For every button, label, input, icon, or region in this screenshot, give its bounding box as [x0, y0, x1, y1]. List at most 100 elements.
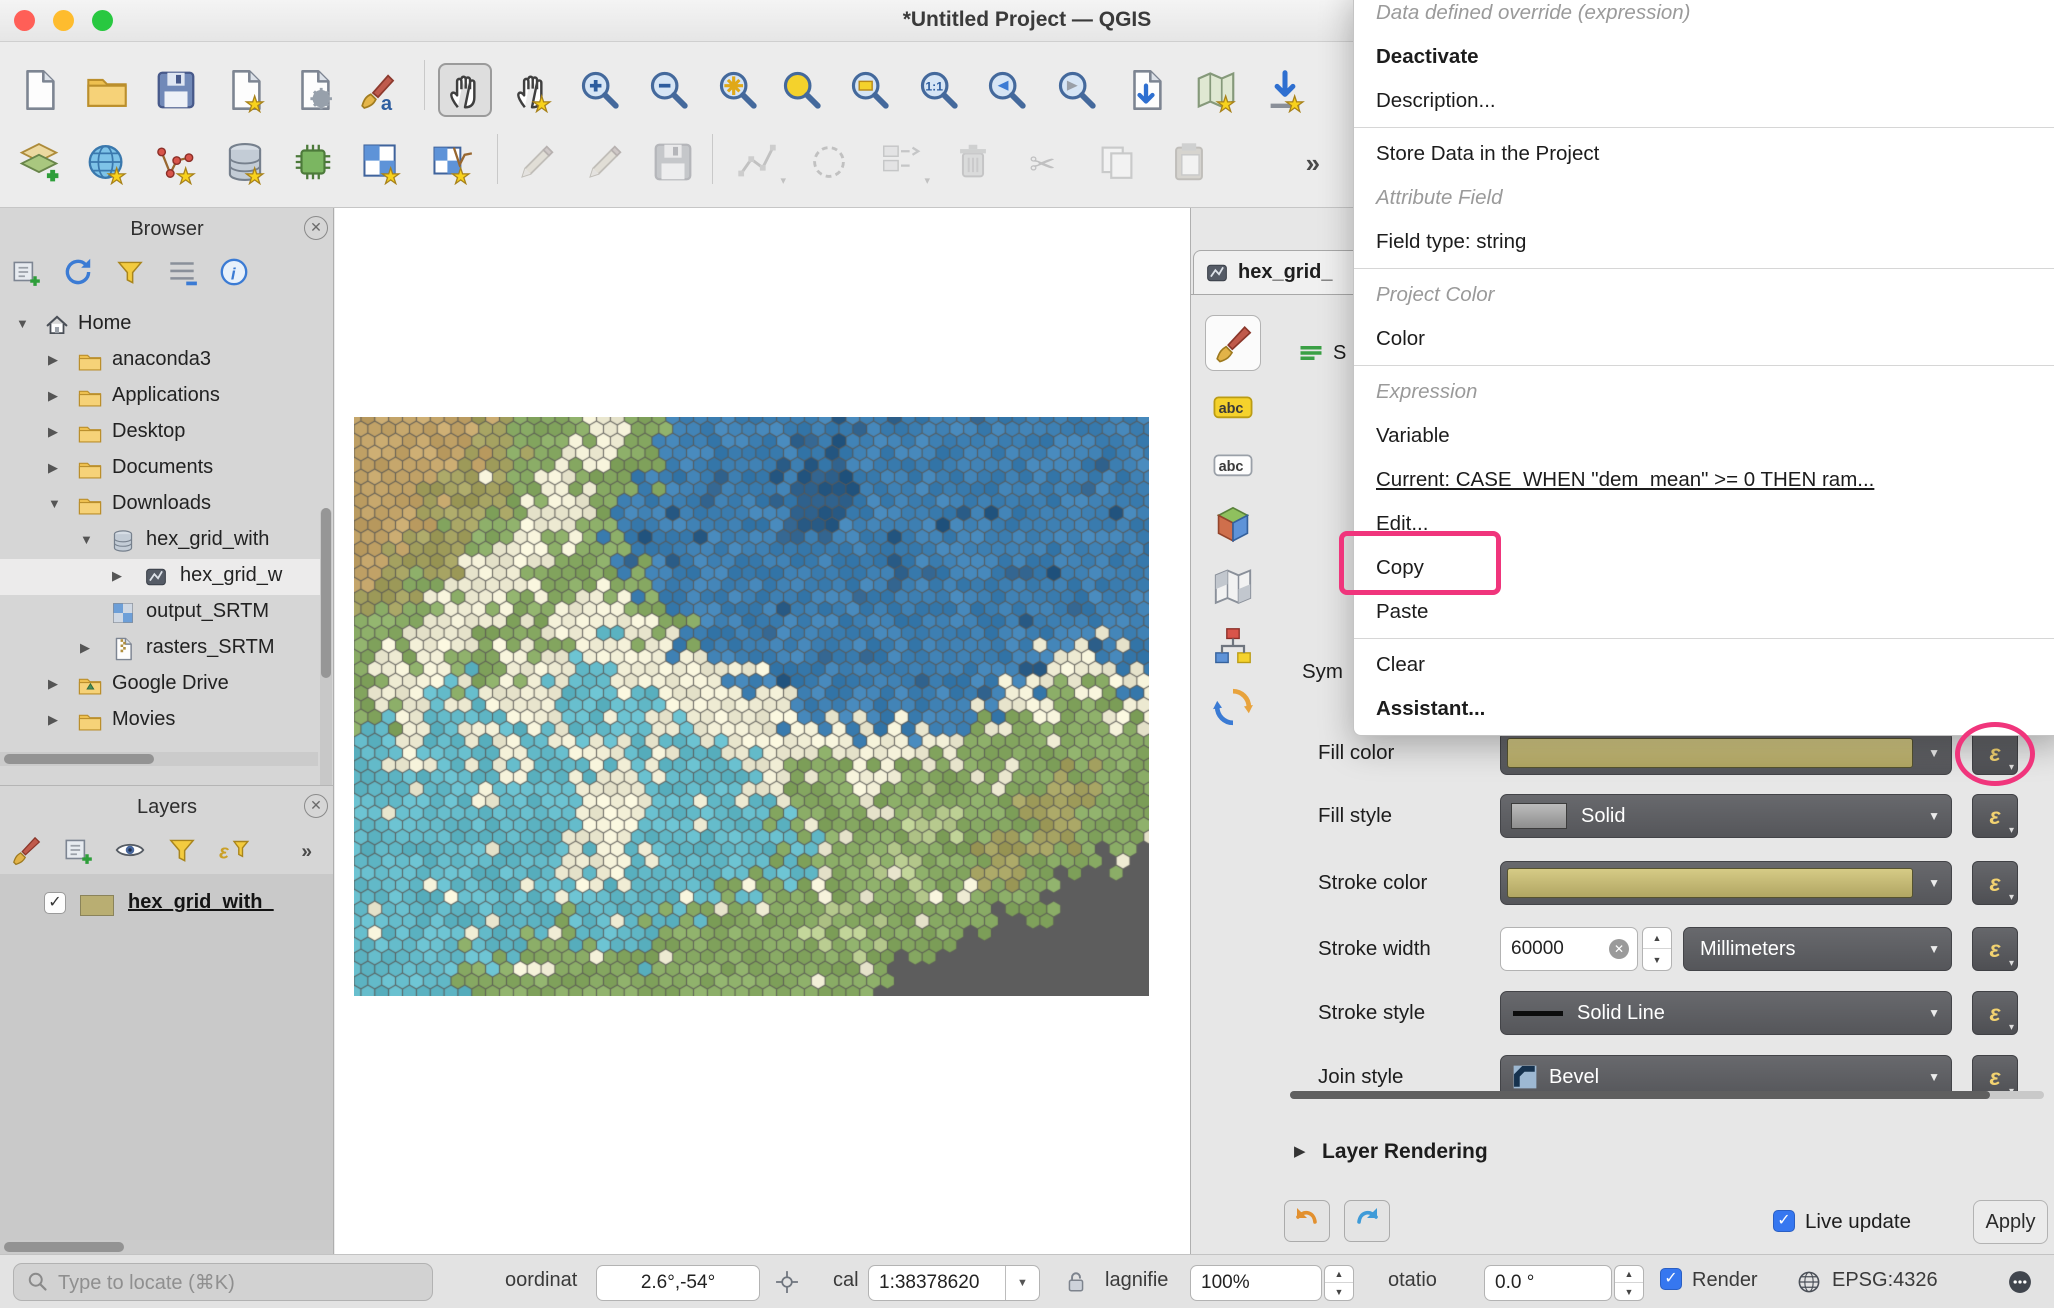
select-features-button[interactable]	[802, 135, 856, 189]
paste-features-button[interactable]	[1162, 135, 1216, 189]
add-group-button[interactable]	[58, 830, 98, 870]
chevron-right-icon[interactable]: ▶	[48, 388, 58, 404]
menu-item-store[interactable]: Store Data in the Project	[1354, 132, 2054, 176]
pan-to-selection-button[interactable]: ★	[505, 63, 559, 117]
chevron-right-icon[interactable]: ▶	[80, 640, 90, 656]
menu-item-color[interactable]: Color	[1354, 317, 2054, 361]
browser-horizontal-scrollbar[interactable]	[0, 752, 318, 766]
transparency-tab[interactable]	[1205, 559, 1261, 615]
chevron-right-icon[interactable]: ▶	[48, 424, 58, 440]
chevron-down-icon[interactable]: ▼	[16, 316, 29, 331]
tree-item-hex_grid_with[interactable]: ▼hex_grid_with	[0, 523, 320, 559]
menu-item-paste[interactable]: Paste	[1354, 590, 2054, 634]
tree-item-movies[interactable]: ▶Movies	[0, 703, 320, 739]
filter-by-expression-button[interactable]: ε	[214, 830, 254, 870]
menu-item-assistant[interactable]: Assistant...	[1354, 687, 2054, 731]
zoom-last-button[interactable]	[980, 63, 1034, 117]
chevron-right-icon[interactable]: ▶	[48, 676, 58, 692]
render-checkbox[interactable]: ✓	[1660, 1268, 1682, 1290]
fill-style-data-defined-button[interactable]: ε▾	[1972, 794, 2018, 838]
crs-globe-icon[interactable]	[1795, 1268, 1823, 1296]
refresh-button[interactable]	[58, 252, 98, 292]
panel-overflow-button[interactable]: »	[292, 830, 332, 870]
manage-map-themes-button[interactable]	[110, 830, 150, 870]
tree-item-google drive[interactable]: ▶Google Drive	[0, 667, 320, 703]
show-layout-manager-button[interactable]	[287, 63, 341, 117]
apply-button[interactable]: Apply	[1973, 1200, 2048, 1244]
magnifier-stepper[interactable]: ▲▼	[1324, 1265, 1354, 1301]
history-tab[interactable]	[1205, 679, 1261, 735]
new-virtual-layer-button[interactable]	[286, 135, 340, 189]
stroke-style-data-defined-button[interactable]: ε▾	[1972, 991, 2018, 1035]
tree-item-downloads[interactable]: ▼Downloads	[0, 487, 320, 523]
chevron-right-icon[interactable]: ▶	[112, 568, 122, 584]
stroke-width-data-defined-button[interactable]: ε▾	[1972, 927, 2018, 971]
zoom-to-selection-button[interactable]	[775, 63, 829, 117]
open-layer-styling-button[interactable]	[6, 830, 46, 870]
tree-item-documents[interactable]: ▶Documents	[0, 451, 320, 487]
new-shapefile-layer-button[interactable]: ★	[149, 135, 203, 189]
menu-item-variable[interactable]: Variable	[1354, 414, 2054, 458]
digitize-line-button[interactable]: ▾	[730, 135, 784, 189]
styling-horizontal-scrollbar[interactable]	[1290, 1091, 2044, 1099]
toggle-editing-button[interactable]	[578, 135, 632, 189]
chevron-down-icon[interactable]: ▼	[80, 532, 93, 547]
fill-color-button[interactable]: ▼	[1500, 731, 1952, 775]
new-3d-map-view-button[interactable]: ★	[1189, 63, 1243, 117]
style-manager-button[interactable]: a	[351, 63, 405, 117]
tree-item-hex_grid_w[interactable]: ▶hex_grid_w	[0, 559, 320, 595]
chevron-right-icon[interactable]: ▶	[48, 352, 58, 368]
labels-tab[interactable]: abc	[1205, 379, 1261, 435]
new-project-button[interactable]	[12, 63, 66, 117]
stroke-color-button[interactable]: ▼	[1500, 861, 1952, 905]
filter-legend-button[interactable]	[162, 830, 202, 870]
rotation-input[interactable]: 0.0 °	[1484, 1265, 1612, 1301]
stroke-style-dropdown[interactable]: Solid Line ▼	[1500, 991, 1952, 1035]
new-geopackage-layer-button[interactable]: ★	[218, 135, 272, 189]
diagrams-tab[interactable]	[1205, 618, 1261, 674]
zoom-out-button[interactable]	[642, 63, 696, 117]
dock-view-button[interactable]: ★	[1258, 63, 1312, 117]
menu-item-field[interactable]: Field type: string	[1354, 220, 2054, 264]
cut-features-button[interactable]: ✂	[1018, 135, 1072, 189]
toolbar-overflow-button[interactable]: »	[1293, 135, 1347, 189]
lock-scale-icon[interactable]	[1062, 1268, 1090, 1296]
magnifier-input[interactable]: 100%	[1190, 1265, 1322, 1301]
layer-rendering-section[interactable]: Layer Rendering	[1322, 1140, 1488, 1164]
tree-item-anaconda3[interactable]: ▶anaconda3	[0, 343, 320, 379]
live-update-checkbox[interactable]: ✓	[1773, 1210, 1795, 1232]
chevron-right-icon[interactable]: ▶	[48, 712, 58, 728]
chevron-down-icon[interactable]: ▼	[48, 496, 61, 511]
add-selected-layers-button[interactable]	[6, 252, 46, 292]
collapse-all-button[interactable]	[162, 252, 202, 292]
crs-label[interactable]: EPSG:4326	[1832, 1269, 1938, 1292]
stroke-width-unit-dropdown[interactable]: Millimeters ▼	[1683, 927, 1952, 971]
zoom-next-button[interactable]	[1050, 63, 1104, 117]
layers-horizontal-scrollbar[interactable]	[0, 1240, 334, 1254]
stroke-width-stepper[interactable]: ▲▼	[1642, 927, 1672, 971]
map-viewport[interactable]	[335, 208, 1190, 1254]
copy-features-button[interactable]	[1090, 135, 1144, 189]
layer-visibility-checkbox[interactable]: ✓	[44, 892, 66, 914]
stroke-color-data-defined-button[interactable]: ε▾	[1972, 861, 2018, 905]
zoom-full-button[interactable]	[711, 63, 765, 117]
add-raster-layer-button[interactable]: ★	[354, 135, 408, 189]
scale-combobox[interactable]: 1:38378620 ▼	[868, 1265, 1040, 1301]
add-wms-layer-button[interactable]: ★	[80, 135, 134, 189]
add-vector-layer-button[interactable]: ★	[424, 135, 478, 189]
delete-selected-button[interactable]	[946, 135, 1000, 189]
new-map-view-button[interactable]	[1119, 63, 1173, 117]
zoom-in-button[interactable]	[573, 63, 627, 117]
layers-panel-close-icon[interactable]: ✕	[304, 794, 328, 818]
stroke-width-input[interactable]: 60000 ✕	[1500, 927, 1638, 971]
browser-panel-close-icon[interactable]: ✕	[304, 216, 328, 240]
locate-search-input[interactable]: Type to locate (⌘K)	[13, 1263, 433, 1301]
save-project-button[interactable]	[149, 63, 203, 117]
menu-item-clear[interactable]: Clear	[1354, 643, 2054, 687]
browser-vertical-scrollbar[interactable]	[320, 508, 332, 786]
clear-value-icon[interactable]: ✕	[1609, 939, 1629, 959]
redo-button[interactable]	[1344, 1200, 1390, 1242]
open-data-source-manager-button[interactable]	[12, 135, 66, 189]
menu-item-current[interactable]: Current: CASE WHEN "dem_mean" >= 0 THEN …	[1354, 458, 2054, 502]
undo-button[interactable]	[1284, 1200, 1330, 1242]
